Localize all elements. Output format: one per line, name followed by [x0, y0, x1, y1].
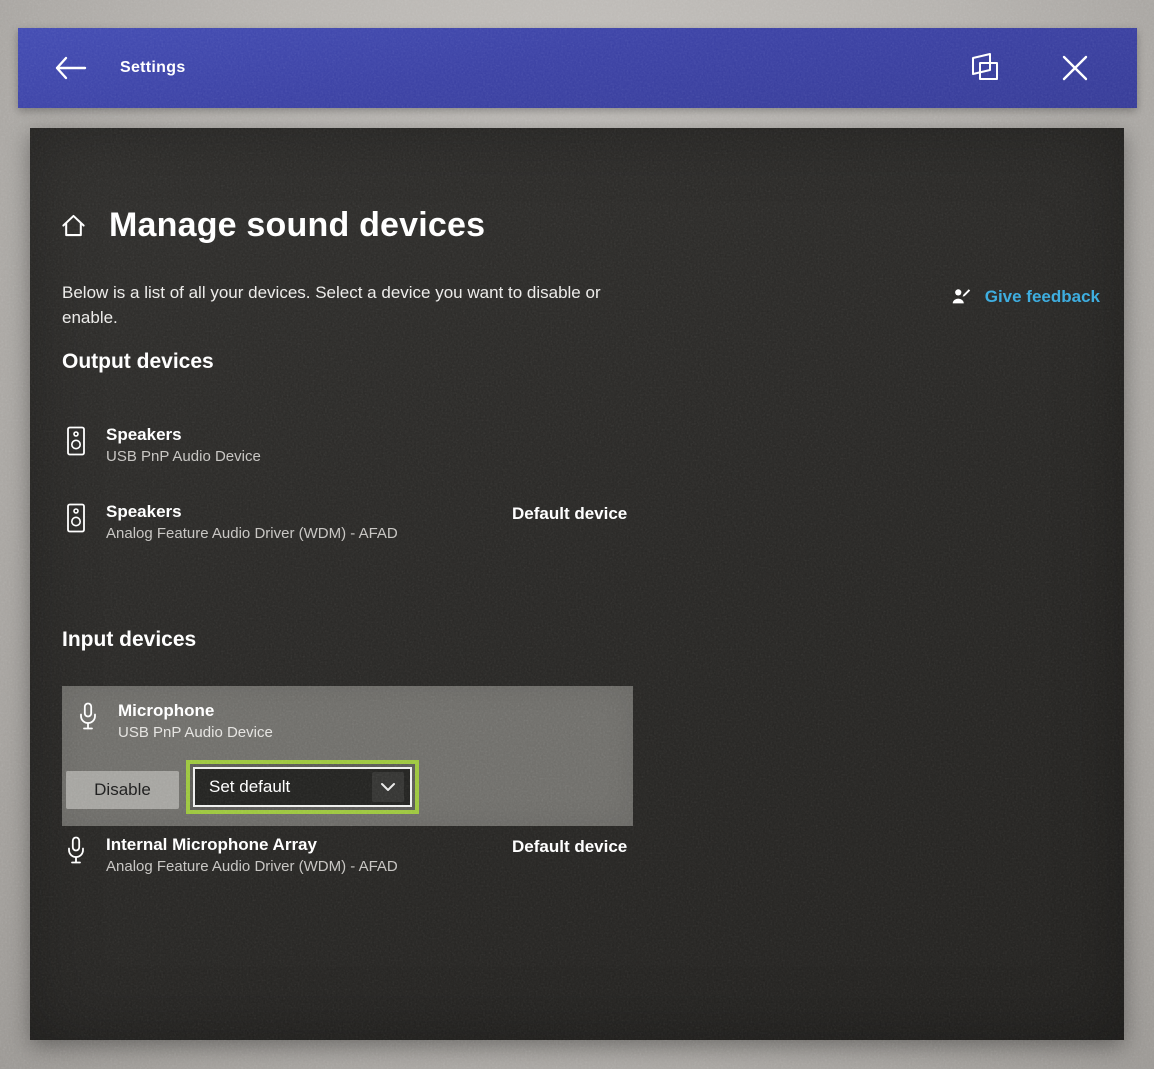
device-text: Internal Microphone Array Analog Feature… — [106, 834, 398, 877]
output-devices-heading: Output devices — [62, 350, 214, 374]
page-header: Manage sound devices — [60, 206, 485, 245]
give-feedback-link[interactable]: Give feedback — [950, 286, 1100, 308]
set-default-dropdown[interactable]: Set default — [193, 767, 412, 807]
page-title: Manage sound devices — [109, 206, 485, 245]
back-arrow-icon — [54, 55, 88, 81]
close-icon — [1060, 53, 1090, 83]
device-text: Microphone USB PnP Audio Device — [118, 700, 273, 743]
set-default-focus-ring: Set default — [186, 760, 419, 814]
device-row-speakers-afad[interactable]: Speakers Analog Feature Audio Driver (WD… — [62, 501, 398, 544]
window-title: Settings — [120, 59, 186, 77]
device-text: Speakers Analog Feature Audio Driver (WD… — [106, 501, 398, 544]
back-button[interactable] — [48, 45, 94, 91]
device-row-speakers-usb[interactable]: Speakers USB PnP Audio Device — [62, 424, 261, 467]
device-text: Speakers USB PnP Audio Device — [106, 424, 261, 467]
feedback-label: Give feedback — [985, 287, 1100, 307]
set-default-label: Set default — [209, 777, 290, 797]
follow-window-icon — [966, 51, 1004, 85]
default-device-badge: Default device — [512, 503, 627, 525]
selected-device-block[interactable]: Microphone USB PnP Audio Device Disable … — [62, 686, 633, 826]
page-description: Below is a list of all your devices. Sel… — [62, 280, 637, 330]
device-name: Microphone — [118, 700, 273, 722]
speaker-icon — [62, 502, 90, 534]
follow-window-button[interactable] — [963, 46, 1007, 90]
device-name: Speakers — [106, 424, 261, 446]
microphone-icon — [62, 835, 90, 867]
disable-button[interactable]: Disable — [66, 771, 179, 809]
device-row-internal-mic-array[interactable]: Internal Microphone Array Analog Feature… — [62, 834, 398, 877]
input-devices-heading: Input devices — [62, 628, 196, 652]
device-name: Speakers — [106, 501, 398, 523]
device-detail: USB PnP Audio Device — [106, 447, 261, 467]
device-detail: Analog Feature Audio Driver (WDM) - AFAD — [106, 524, 398, 544]
device-row-microphone-usb[interactable]: Microphone USB PnP Audio Device — [74, 700, 273, 743]
chevron-down-icon — [372, 772, 404, 802]
settings-panel: Manage sound devices Below is a list of … — [30, 128, 1124, 1040]
titlebar: Settings — [18, 28, 1137, 108]
titlebar-actions — [963, 46, 1097, 90]
close-button[interactable] — [1053, 46, 1097, 90]
device-detail: Analog Feature Audio Driver (WDM) - AFAD — [106, 857, 398, 877]
feedback-person-icon — [950, 286, 972, 308]
device-name: Internal Microphone Array — [106, 834, 398, 856]
device-detail: USB PnP Audio Device — [118, 723, 273, 743]
microphone-icon — [74, 701, 102, 733]
speaker-icon — [62, 425, 90, 457]
home-icon — [60, 212, 87, 239]
default-device-badge: Default device — [512, 836, 627, 858]
